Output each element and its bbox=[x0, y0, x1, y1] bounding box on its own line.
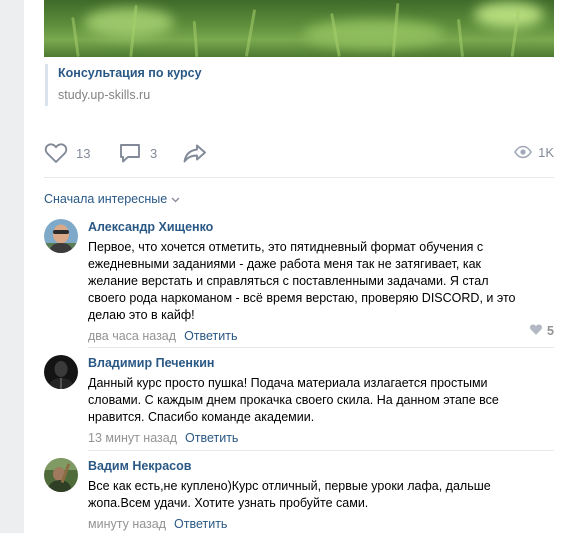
post-card: Консультация по курсу study.up-skills.ru… bbox=[24, 0, 570, 533]
post-actions: 13 3 1K bbox=[24, 136, 570, 170]
share-button[interactable] bbox=[182, 142, 208, 164]
grass-blade bbox=[192, 20, 199, 57]
comment-meta: 13 минут назад Ответить bbox=[88, 430, 554, 446]
comment-author[interactable]: Александр Хищенко bbox=[88, 219, 554, 235]
comment-text: Первое, что хочется отметить, это пятидн… bbox=[88, 240, 516, 322]
share-icon bbox=[182, 142, 208, 164]
heart-icon bbox=[44, 142, 68, 164]
comment-divider bbox=[88, 450, 554, 451]
grass-blade bbox=[71, 16, 80, 57]
comment-icon bbox=[118, 142, 142, 164]
comment-author[interactable]: Владимир Печенкин bbox=[88, 355, 554, 371]
reply-button[interactable]: Ответить bbox=[184, 329, 237, 343]
link-attachment[interactable]: Консультация по курсу study.up-skills.ru bbox=[45, 64, 202, 106]
comment-like-button[interactable]: 5 bbox=[529, 323, 554, 339]
comment-item: Вадим Некрасов Все как есть,не куплено)К… bbox=[44, 458, 554, 532]
grass-blade bbox=[457, 18, 464, 57]
comment-divider bbox=[88, 347, 554, 348]
sort-label: Сначала интересные bbox=[44, 192, 168, 206]
comment-button[interactable]: 3 bbox=[118, 142, 157, 164]
comment-item: Александр Хищенко Первое, что хочется от… bbox=[44, 219, 554, 343]
avatar[interactable] bbox=[44, 355, 78, 389]
comment-meta: два часа назад Ответить bbox=[88, 328, 554, 344]
sort-dropdown[interactable]: Сначала интересные bbox=[44, 192, 180, 206]
comment-author[interactable]: Вадим Некрасов bbox=[88, 458, 554, 474]
chevron-down-icon bbox=[167, 192, 180, 206]
avatar[interactable] bbox=[44, 458, 78, 492]
views-counter: 1K bbox=[514, 143, 554, 161]
photo-highlight bbox=[474, 2, 544, 28]
reply-button[interactable]: Ответить bbox=[174, 517, 227, 531]
comment-time[interactable]: минуту назад bbox=[88, 517, 166, 531]
like-button[interactable]: 13 bbox=[44, 142, 90, 164]
comment-meta: минуту назад Ответить bbox=[88, 516, 554, 532]
post-photo[interactable] bbox=[44, 0, 554, 57]
comment-count: 3 bbox=[150, 145, 158, 161]
photo-highlight bbox=[304, 20, 444, 48]
comment-text: Данный курс просто пушка! Подача материа… bbox=[88, 376, 499, 424]
reply-button[interactable]: Ответить bbox=[185, 431, 238, 445]
comment-body: Александр Хищенко Первое, что хочется от… bbox=[88, 219, 554, 344]
comment-item: Владимир Печенкин Данный курс просто пуш… bbox=[44, 355, 554, 446]
comment-body: Владимир Печенкин Данный курс просто пуш… bbox=[88, 355, 554, 446]
attachment-url[interactable]: study.up-skills.ru bbox=[58, 86, 202, 104]
comment-body: Вадим Некрасов Все как есть,не куплено)К… bbox=[88, 458, 554, 532]
views-count: 1K bbox=[538, 144, 554, 160]
photo-highlight bbox=[84, 8, 174, 38]
comment-text: Все как есть,не куплено)Курс отличный, п… bbox=[88, 479, 491, 510]
attachment-title[interactable]: Консультация по курсу bbox=[58, 64, 202, 82]
heart-icon bbox=[529, 323, 543, 339]
comment-like-count: 5 bbox=[547, 324, 554, 338]
avatar[interactable] bbox=[44, 219, 78, 253]
comment-time[interactable]: 13 минут назад bbox=[88, 431, 177, 445]
like-count: 13 bbox=[76, 145, 91, 161]
actions-divider bbox=[44, 177, 554, 178]
grass-blade bbox=[244, 9, 257, 57]
comment-time[interactable]: два часа назад bbox=[88, 329, 176, 343]
eye-icon bbox=[514, 143, 533, 161]
